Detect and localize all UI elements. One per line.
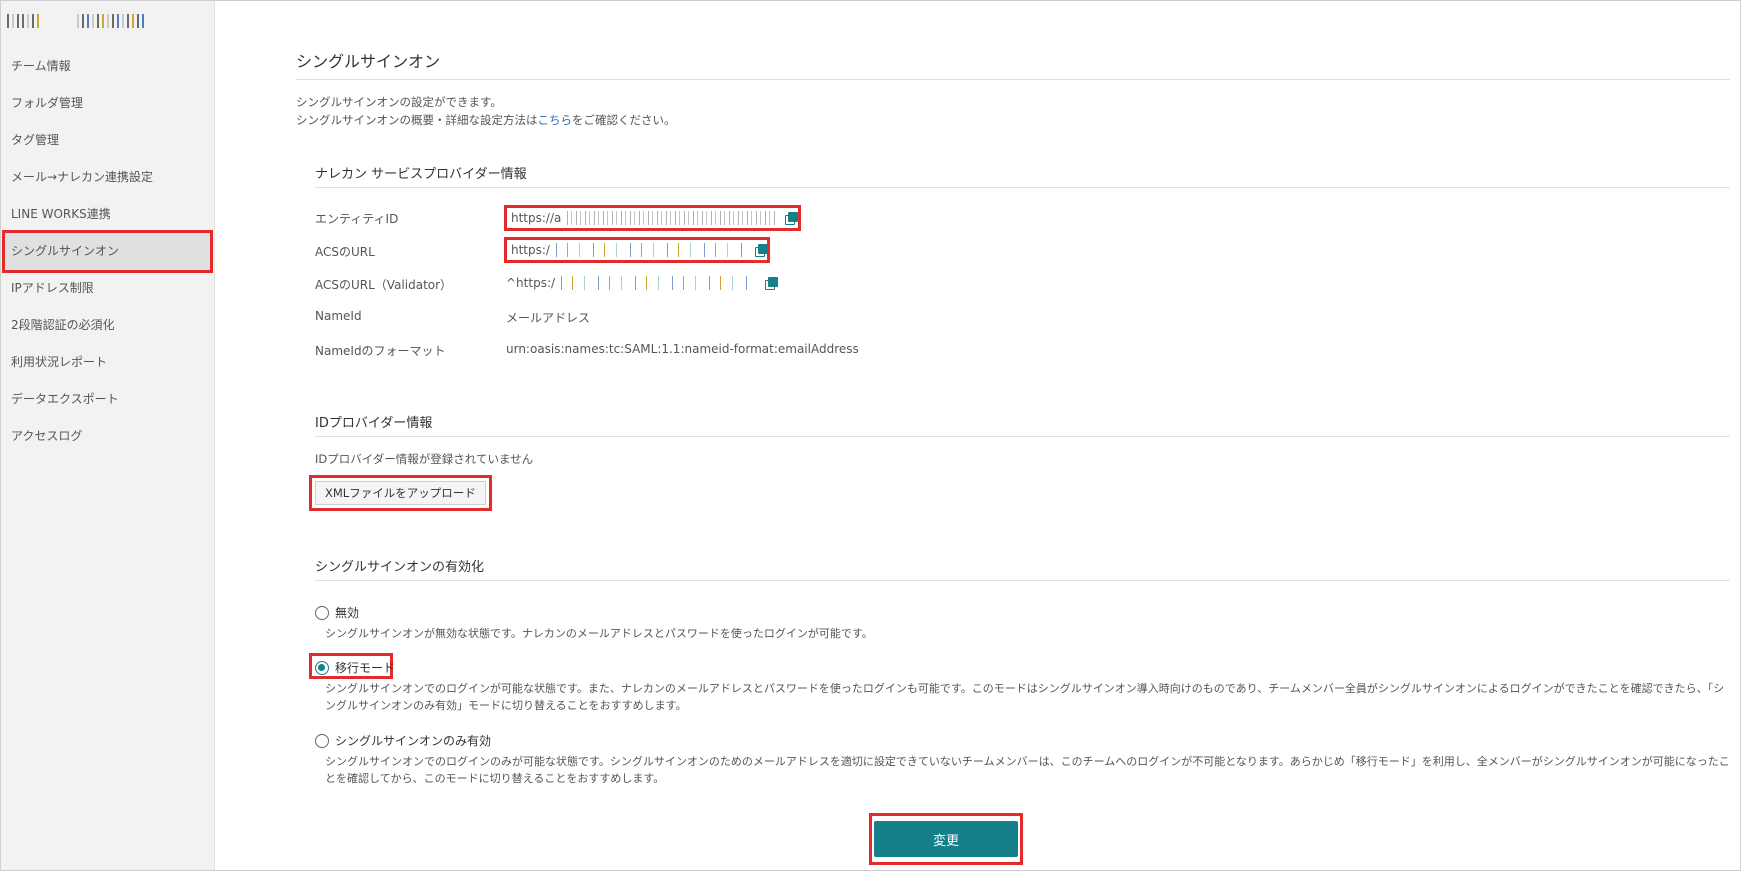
page-title: シングルサインオン (296, 52, 441, 71)
nameid-label: NameId (315, 309, 362, 323)
entity-id-field[interactable]: https://a (504, 205, 801, 231)
radio-description: シングルサインオンでのログインが可能な状態です。また、ナレカンのメールアドレスと… (325, 682, 1725, 712)
entity-id-label: エンティティID (315, 212, 399, 226)
main-content: シングルサインオン シングルサインオンの設定ができます。 シングルサインオンの概… (215, 1, 1740, 870)
sidebar-item-team-info[interactable]: チーム情報 (1, 48, 214, 85)
idp-info-title: IDプロバイダー情報 (315, 416, 433, 431)
acs-validator-field: ^https:/ (506, 276, 779, 290)
acs-validator-value: ^https:/ (506, 276, 556, 290)
radio-button[interactable] (315, 605, 329, 620)
logo (1, 1, 214, 41)
help-link[interactable]: こちら (538, 113, 573, 127)
sso-mode-divider (315, 580, 1730, 581)
radio-label: 移行モード (335, 661, 396, 675)
intro-suffix: をご確認ください。 (572, 113, 676, 127)
sidebar-item-sso[interactable]: シングルサインオン (2, 230, 213, 273)
intro-text: シングルサインオンの設定ができます。 シングルサインオンの概要・詳細な設定方法は… (296, 93, 676, 129)
title-divider (296, 79, 1730, 80)
sidebar-item-ip-restriction[interactable]: IPアドレス制限 (1, 270, 214, 307)
upload-xml-button[interactable]: XMLファイルをアップロード (315, 481, 486, 505)
redacted-text (555, 243, 748, 257)
intro-line-2: シングルサインオンの概要・詳細な設定方法はこちらをご確認ください。 (296, 111, 676, 129)
nameid-format-label: NameIdのフォーマット (315, 344, 446, 358)
radio-option-migration[interactable]: 移行モード (315, 659, 395, 676)
sidebar-item-mail-integration[interactable]: メール→ナレカン連携設定 (1, 159, 214, 196)
nameid-format-value: urn:oasis:names:tc:SAML:1.1:nameid-forma… (506, 342, 859, 356)
intro-prefix: シングルサインオンの概要・詳細な設定方法は (296, 113, 538, 127)
sidebar-item-folder-management[interactable]: フォルダ管理 (1, 85, 214, 122)
copy-icon[interactable] (755, 244, 768, 257)
sidebar-item-data-export[interactable]: データエクスポート (1, 381, 214, 418)
sidebar-item-line-works[interactable]: LINE WORKS連携 (1, 196, 214, 233)
sp-info-title: ナレカン サービスプロバイダー情報 (315, 167, 527, 182)
sp-info-divider (315, 187, 1730, 188)
sidebar-nav: チーム情報 フォルダ管理 タグ管理 メール→ナレカン連携設定 LINE WORK… (1, 48, 214, 455)
acs-url-value: https:/ (511, 243, 550, 257)
nameid-value: メールアドレス (506, 311, 591, 325)
copy-icon[interactable] (785, 212, 799, 225)
redacted-text (567, 211, 778, 225)
sidebar-item-usage-report[interactable]: 利用状況レポート (1, 344, 214, 381)
intro-line-1: シングルサインオンの設定ができます。 (296, 95, 502, 109)
radio-button[interactable] (315, 733, 329, 748)
sidebar-item-2fa[interactable]: 2段階認証の必須化 (1, 307, 214, 344)
idp-info-divider (315, 436, 1730, 437)
sidebar: チーム情報 フォルダ管理 タグ管理 メール→ナレカン連携設定 LINE WORK… (1, 1, 215, 870)
radio-option-sso-only[interactable]: シングルサインオンのみ有効 (315, 732, 491, 749)
submit-highlight: 変更 (869, 813, 1023, 865)
radio-label: 無効 (335, 606, 360, 620)
radio-button[interactable] (315, 660, 329, 675)
radio-description: シングルサインオンが無効な状態です。ナレカンのメールアドレスとパスワードを使った… (325, 627, 873, 640)
radio-option-disabled[interactable]: 無効 (315, 604, 359, 621)
submit-button[interactable]: 変更 (874, 821, 1018, 857)
acs-validator-label: ACSのURL（Validator） (315, 278, 453, 292)
idp-status-text: IDプロバイダー情報が登録されていません (315, 452, 534, 466)
acs-url-field[interactable]: https:/ (504, 237, 770, 263)
radio-label: シングルサインオンのみ有効 (335, 734, 492, 748)
sso-mode-title: シングルサインオンの有効化 (315, 560, 485, 575)
acs-url-label: ACSのURL (315, 245, 375, 259)
app-window: チーム情報 フォルダ管理 タグ管理 メール→ナレカン連携設定 LINE WORK… (0, 0, 1741, 871)
redacted-text (561, 276, 758, 290)
copy-icon[interactable] (765, 277, 779, 290)
entity-id-value: https://a (511, 211, 562, 225)
sidebar-item-tag-management[interactable]: タグ管理 (1, 122, 214, 159)
radio-description: シングルサインオンでのログインのみが可能な状態です。シングルサインオンのためのメ… (325, 755, 1730, 785)
upload-highlight: XMLファイルをアップロード (309, 475, 492, 511)
sidebar-item-access-log[interactable]: アクセスログ (1, 418, 214, 455)
